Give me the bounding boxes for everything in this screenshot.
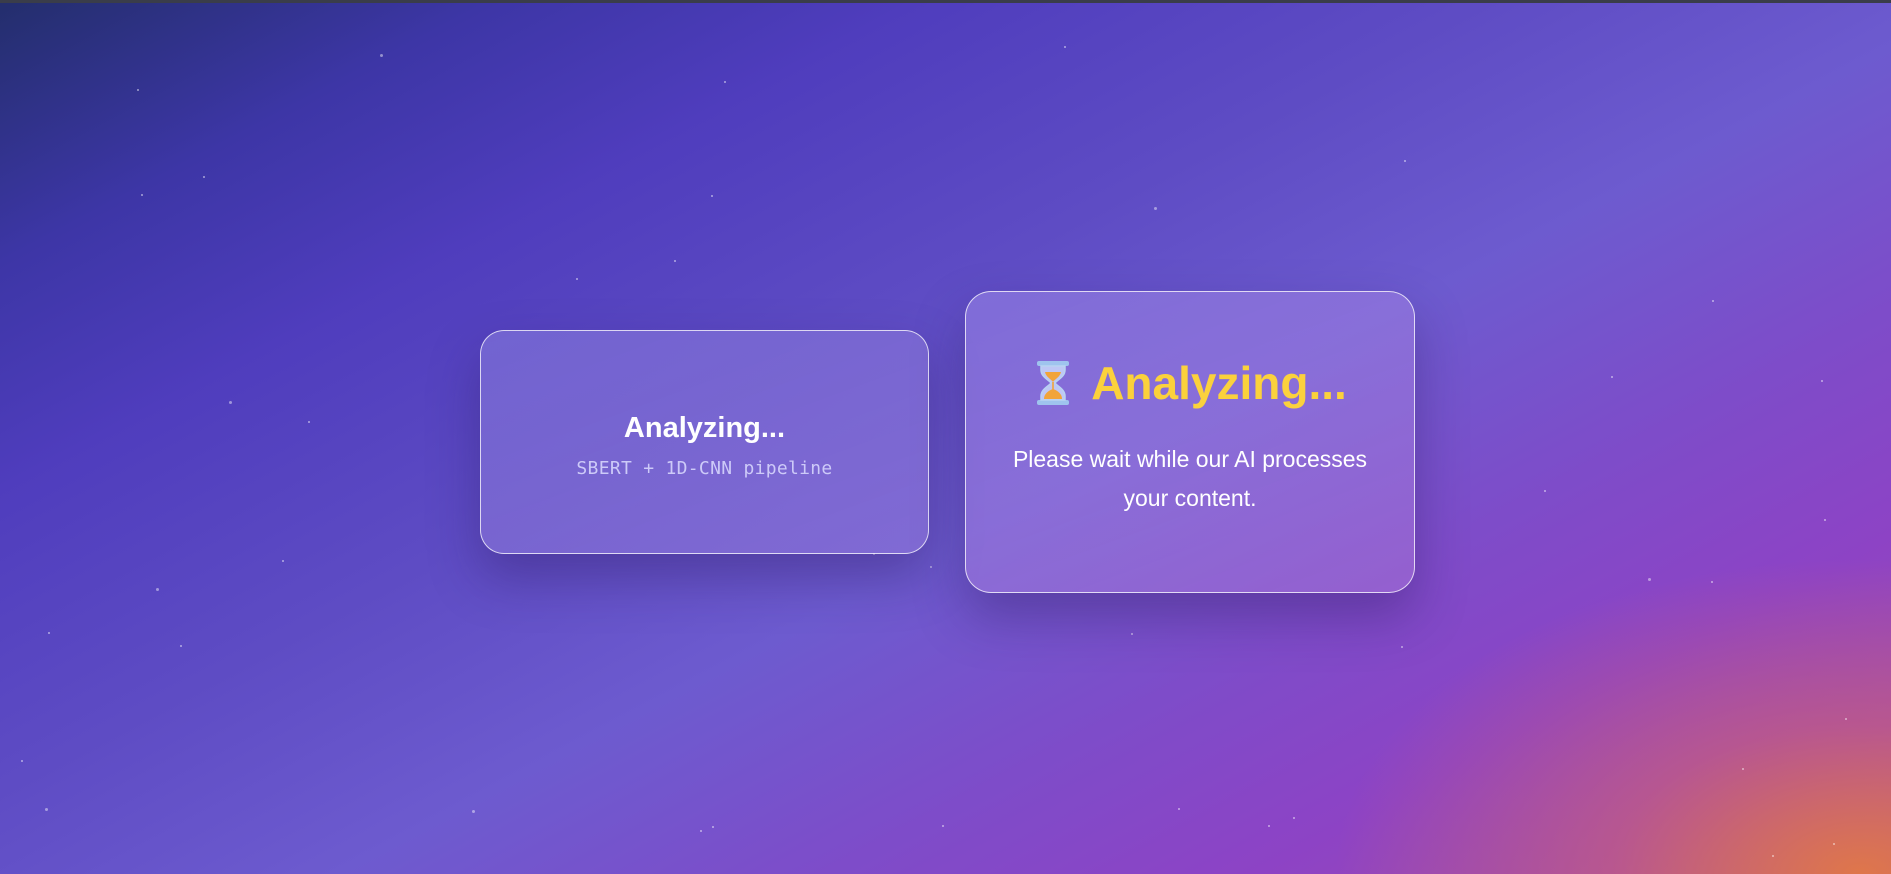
star-dot xyxy=(203,176,205,178)
hourglass-icon xyxy=(1033,360,1073,406)
star-dot xyxy=(942,825,944,827)
star-dot xyxy=(1712,300,1714,302)
analysis-status-card: Analyzing... Please wait while our AI pr… xyxy=(965,291,1415,593)
status-card-heading: Analyzing... xyxy=(1033,356,1347,410)
star-dot xyxy=(724,81,726,83)
star-dot xyxy=(137,89,139,91)
star-dot xyxy=(282,560,284,562)
pipeline-card-title: Analyzing... xyxy=(623,411,786,444)
star-dot xyxy=(1821,380,1823,382)
star-dot xyxy=(141,194,143,196)
star-dot xyxy=(1178,808,1180,810)
star-dot xyxy=(576,278,578,280)
star-dot xyxy=(1648,578,1651,581)
status-card-title: Analyzing... xyxy=(1091,357,1347,409)
star-dot xyxy=(674,260,676,262)
star-dot xyxy=(229,401,232,404)
star-dot xyxy=(45,808,48,811)
pipeline-card-subtitle: SBERT + 1D-CNN pipeline xyxy=(576,457,833,479)
analysis-pipeline-card: Analyzing... SBERT + 1D-CNN pipeline xyxy=(480,330,929,554)
star-dot xyxy=(1742,768,1744,770)
star-dot xyxy=(21,760,23,762)
star-dot xyxy=(156,588,159,591)
star-dot xyxy=(1845,718,1847,720)
star-dot xyxy=(712,826,714,828)
star-dot xyxy=(472,810,475,813)
star-dot xyxy=(1772,855,1774,857)
star-dot xyxy=(700,830,702,832)
star-dot xyxy=(48,632,50,634)
star-dot xyxy=(1064,46,1066,48)
star-dot xyxy=(1544,490,1546,492)
star-dot xyxy=(1401,646,1403,648)
star-dot xyxy=(1268,825,1270,827)
star-dot xyxy=(1833,843,1835,845)
star-dot xyxy=(1404,160,1406,162)
window-top-border xyxy=(0,0,1891,3)
star-dot xyxy=(1131,633,1133,635)
star-dot xyxy=(1824,519,1826,521)
star-dot xyxy=(930,566,932,568)
star-dot xyxy=(380,54,383,57)
star-dot xyxy=(1611,376,1613,378)
status-card-message: Please wait while our AI processes your … xyxy=(1012,446,1368,511)
star-dot xyxy=(1293,817,1295,819)
star-dot xyxy=(180,645,182,647)
star-dot xyxy=(308,421,310,423)
star-dot xyxy=(711,195,713,197)
star-dot xyxy=(1711,581,1713,583)
star-dot xyxy=(1154,207,1157,210)
